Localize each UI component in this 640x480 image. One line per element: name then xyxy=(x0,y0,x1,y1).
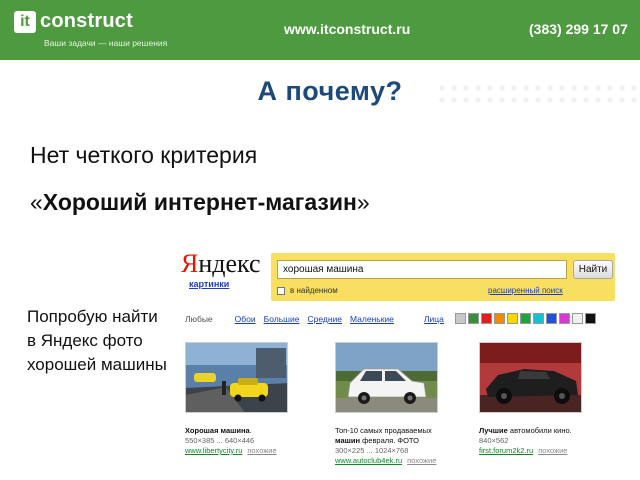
result-item[interactable]: Лучшие автомобили кино. 840×562 first.fo… xyxy=(479,342,599,456)
close-quote: » xyxy=(356,189,370,215)
result-caption: Хорошая машина. 550×385 ... 640×446 www.… xyxy=(185,426,305,456)
color-swatch[interactable] xyxy=(507,313,518,324)
result-title-bold: машин xyxy=(335,436,361,445)
in-found-checkbox[interactable] xyxy=(277,286,285,295)
filter-medium[interactable]: Средние xyxy=(307,314,342,324)
result-link[interactable]: www.libertycity.ru xyxy=(185,446,242,455)
result-title: автомобили кино. xyxy=(507,426,572,435)
result-title-bold: Хорошая машина xyxy=(185,426,250,435)
yandex-logo[interactable]: Яндекс xyxy=(181,249,261,279)
similar-link[interactable]: похожие xyxy=(247,446,276,455)
color-swatch[interactable] xyxy=(455,313,466,324)
color-swatch[interactable] xyxy=(494,313,505,324)
result-thumbnail[interactable] xyxy=(335,342,438,413)
quoted-phrase: «Хороший интернет-магазин» xyxy=(30,189,370,216)
car-image-2 xyxy=(336,343,437,412)
result-size: 840×562 xyxy=(479,436,509,445)
tagline: Ваши задачи — наши решения xyxy=(44,38,168,48)
result-size: 300×225 ... 1024×768 xyxy=(335,446,409,455)
logo-it-badge: it xyxy=(14,10,36,33)
phone-number: (383) 299 17 07 xyxy=(529,21,628,37)
similar-link[interactable]: похожие xyxy=(407,456,436,465)
color-swatch[interactable] xyxy=(559,313,570,324)
filter-any[interactable]: Любые xyxy=(185,314,213,324)
yandex-logo-rest: ндекс xyxy=(198,249,261,278)
in-found-option[interactable]: в найденном xyxy=(277,286,338,295)
slide-title: А почему? xyxy=(257,76,403,106)
side-caption: Попробую найти в Яндекс фото хорошей маш… xyxy=(27,307,167,374)
header: it construct Ваши задачи — наши решения … xyxy=(0,0,640,60)
filter-large[interactable]: Большие xyxy=(264,314,300,324)
color-swatch[interactable] xyxy=(572,313,583,324)
car-image-3 xyxy=(480,343,581,412)
logo-name: construct xyxy=(40,10,133,32)
color-swatch[interactable] xyxy=(585,313,596,324)
result-title-rest: февраля. ФОТО xyxy=(360,436,419,445)
similar-link[interactable]: похожие xyxy=(538,446,567,455)
size-filters: Любые Обои Большие Средние Маленькие Лиц… xyxy=(185,314,452,324)
result-thumbnail[interactable] xyxy=(479,342,582,413)
result-title: Топ-10 самых продаваемых xyxy=(335,426,432,435)
result-caption: Лучшие автомобили кино. 840×562 first.fo… xyxy=(479,426,599,456)
open-quote: « xyxy=(30,189,43,215)
site-url[interactable]: www.itconstruct.ru xyxy=(284,21,410,37)
yandex-screenshot: Яндекс картинки хорошая машина Найти в н… xyxy=(175,245,615,480)
search-input[interactable]: хорошая машина xyxy=(277,260,567,279)
result-link[interactable]: www.autoclub4ek.ru xyxy=(335,456,402,465)
result-thumbnail[interactable] xyxy=(185,342,288,413)
result-link[interactable]: first.forum2k2.ru xyxy=(479,446,533,455)
result-caption: Топ-10 самых продаваемых машин февраля. … xyxy=(335,426,455,466)
result-item[interactable]: Топ-10 самых продаваемых машин февраля. … xyxy=(335,342,455,466)
statement-line: Нет четкого критерия xyxy=(30,142,258,168)
color-swatch[interactable] xyxy=(520,313,531,324)
in-found-label: в найденном xyxy=(290,286,338,295)
color-swatch[interactable] xyxy=(546,313,557,324)
color-swatch[interactable] xyxy=(533,313,544,324)
result-title-bold: Лучшие xyxy=(479,426,508,435)
logo[interactable]: it construct xyxy=(14,10,133,33)
search-button[interactable]: Найти xyxy=(573,260,613,279)
result-item[interactable]: Хорошая машина. 550×385 ... 640×446 www.… xyxy=(185,342,305,456)
filter-wallpapers[interactable]: Обои xyxy=(235,314,256,324)
color-swatch[interactable] xyxy=(481,313,492,324)
car-image-1 xyxy=(186,343,287,412)
advanced-search-link[interactable]: расширенный поиск xyxy=(488,286,563,295)
result-size: 550×385 ... 640×446 xyxy=(185,436,255,445)
yandex-logo-first: Я xyxy=(181,249,199,278)
color-swatch[interactable] xyxy=(468,313,479,324)
section-link[interactable]: картинки xyxy=(189,279,229,289)
search-bar: хорошая машина Найти в найденном расшире… xyxy=(271,253,615,301)
quoted-text: Хороший интернет-магазин xyxy=(42,189,357,215)
filter-faces[interactable]: Лица xyxy=(424,314,444,324)
filter-small[interactable]: Маленькие xyxy=(350,314,394,324)
result-title: . xyxy=(249,426,252,435)
color-filter xyxy=(455,313,598,324)
